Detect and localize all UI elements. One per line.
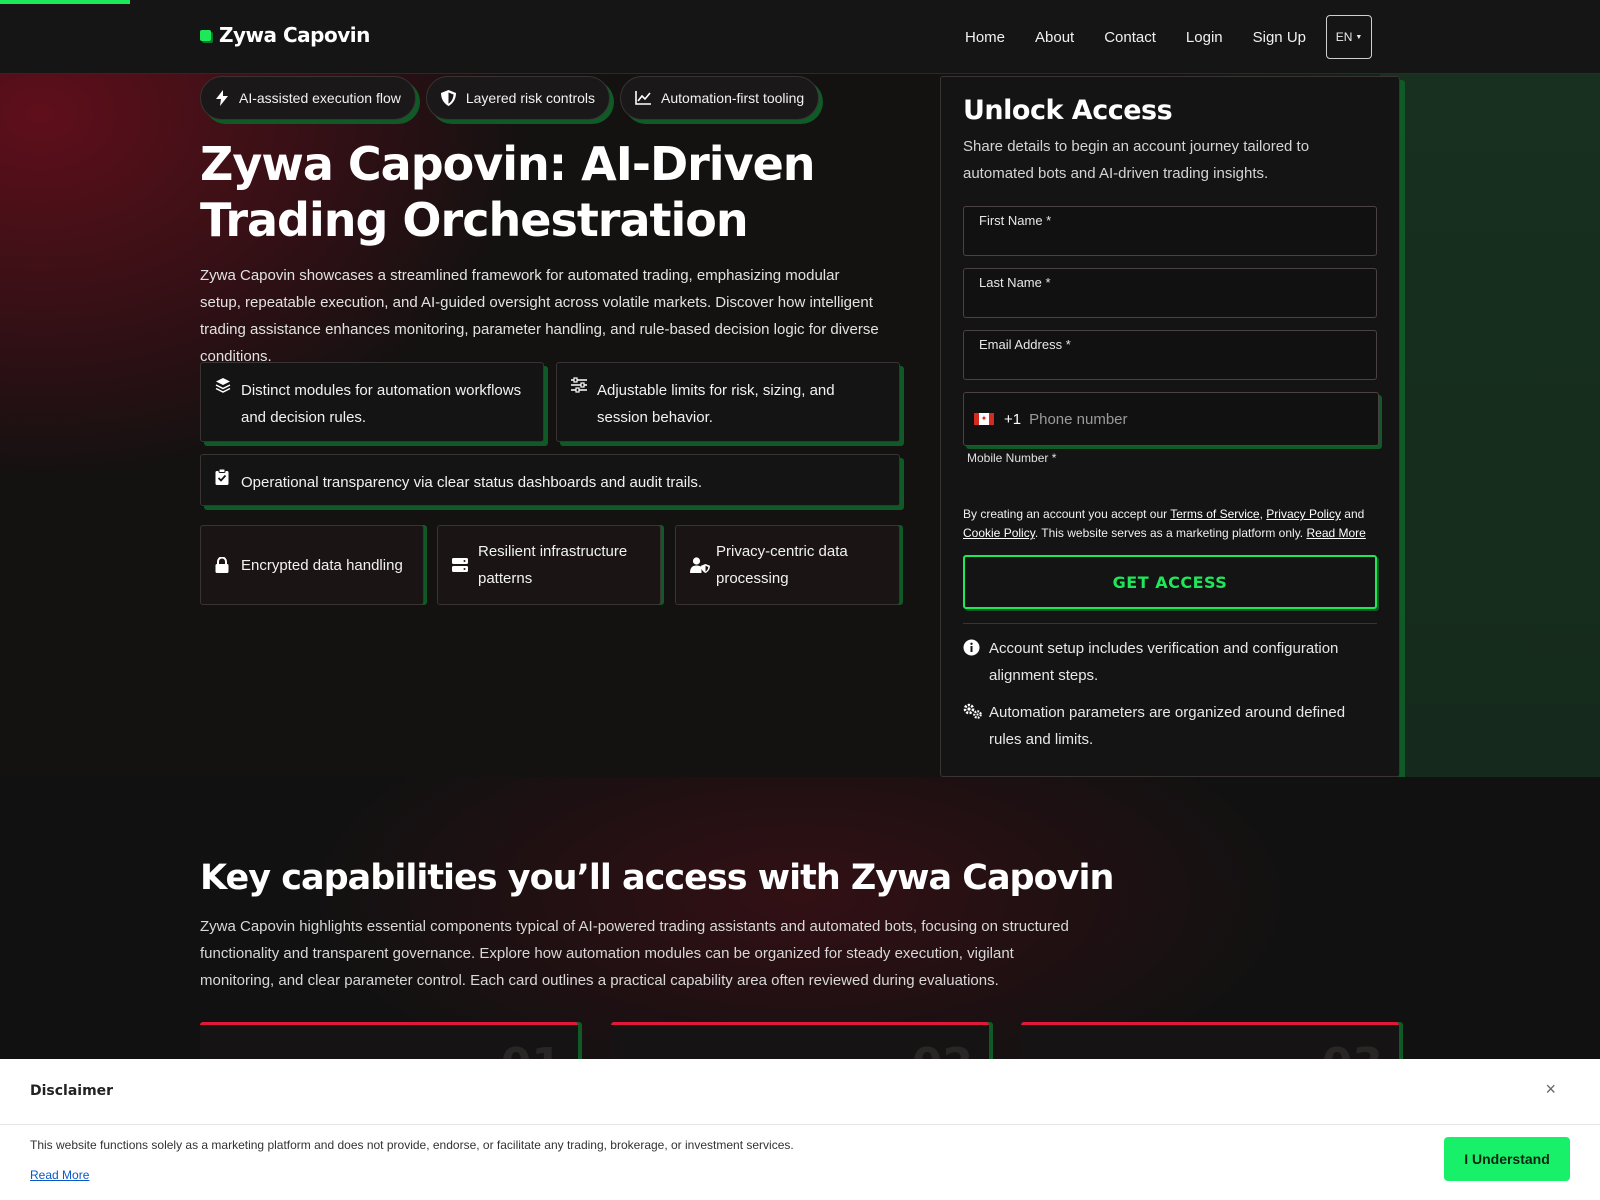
chart-line-icon (635, 91, 652, 105)
brand-mark-icon (200, 29, 211, 41)
tile-text: Resilient infrastructure patterns (478, 543, 628, 587)
tile-text: Encrypted data handling (241, 556, 403, 574)
legal-prefix: By creating an account you accept our (963, 507, 1171, 521)
pill-risk-controls: Layered risk controls (425, 76, 611, 120)
nav-about-link[interactable]: About (1035, 29, 1074, 46)
info-icon (963, 639, 980, 656)
brand-logo[interactable]: Zywa Capovin (200, 23, 370, 47)
hero-pills: AI-assisted execution flow Layered risk … (200, 76, 820, 120)
phone-label: Mobile Number * (967, 451, 1057, 465)
feature-card-transparency: Operational transparency via clear statu… (200, 454, 900, 506)
hero-description: Zywa Capovin showcases a streamlined fra… (200, 267, 879, 365)
disclaimer-header: Disclaimer × (0, 1059, 1600, 1125)
feature-card-limits: Adjustable limits for risk, sizing, and … (556, 362, 900, 442)
form-subtitle: Share details to begin an account journe… (963, 138, 1310, 182)
lock-icon (215, 557, 231, 573)
i-understand-button[interactable]: I Understand (1444, 1137, 1570, 1181)
capabilities-description: Zywa Capovin highlights essential compon… (200, 918, 1069, 989)
pill-label: Layered risk controls (465, 90, 596, 106)
bolt-icon (215, 90, 229, 106)
nav-signup-link[interactable]: Sign Up (1253, 29, 1306, 46)
server-icon (452, 557, 468, 573)
form-divider (963, 623, 1377, 624)
signup-form-card: Unlock Access Share details to begin an … (940, 76, 1400, 777)
sliders-icon (571, 377, 587, 393)
email-field[interactable]: Email Address * (963, 330, 1377, 380)
caret-down-icon: ▼ (1355, 33, 1363, 41)
cookie-policy-link[interactable]: Cookie Policy (963, 526, 1035, 540)
tile-infrastructure: Resilient infrastructure patterns (437, 525, 661, 605)
feature-text: Operational transparency via clear statu… (241, 474, 703, 491)
phone-input[interactable] (1029, 410, 1330, 428)
language-code: EN (1335, 30, 1353, 44)
tile-privacy: Privacy-centric data processing (675, 525, 900, 605)
layers-icon (215, 377, 231, 393)
shield-icon (440, 90, 456, 106)
dial-code[interactable]: +1 (1004, 411, 1021, 428)
nav-home-link[interactable]: Home (965, 29, 1005, 46)
canada-flag-icon[interactable]: ✦ (974, 413, 994, 425)
nav-contact-link[interactable]: Contact (1104, 29, 1156, 46)
hero-side-panel (1380, 74, 1600, 777)
pill-automation-tooling: Automation-first tooling (620, 76, 820, 120)
email-label: Email Address * (979, 337, 1071, 352)
disclaimer-title: Disclaimer (30, 1083, 114, 1099)
privacy-policy-link[interactable]: Privacy Policy (1266, 507, 1341, 521)
pill-label: AI-assisted execution flow (239, 90, 401, 106)
nav-login-link[interactable]: Login (1186, 29, 1223, 46)
disclaimer-banner: Disclaimer × This website functions sole… (0, 1059, 1600, 1200)
form-title: Unlock Access (963, 95, 1173, 126)
disclaimer-read-more-link[interactable]: Read More (30, 1168, 89, 1182)
form-note-verification: Account setup includes verification and … (963, 635, 1377, 689)
note-text: Automation parameters are organized arou… (989, 704, 1346, 748)
form-note-parameters: Automation parameters are organized arou… (963, 699, 1377, 753)
phone-field: ✦ +1 (963, 392, 1379, 446)
terms-link[interactable]: Terms of Service (1170, 507, 1259, 521)
user-shield-icon (690, 557, 710, 573)
last-name-field[interactable]: Last Name * (963, 268, 1377, 318)
clipboard-check-icon (215, 469, 231, 485)
first-name-field[interactable]: First Name * (963, 206, 1377, 256)
note-text: Account setup includes verification and … (989, 640, 1339, 684)
first-name-label: First Name * (979, 213, 1052, 228)
language-selector[interactable]: EN ▼ (1326, 15, 1372, 59)
feature-card-modules: Distinct modules for automation workflow… (200, 362, 544, 442)
close-icon[interactable]: × (1545, 1079, 1556, 1100)
get-access-button[interactable]: GET ACCESS (963, 555, 1377, 609)
legal-read-more-link[interactable]: Read More (1306, 526, 1365, 540)
hero-title: Zywa Capovin: AI-Driven Trading Orchestr… (200, 137, 816, 247)
brand-name: Zywa Capovin (219, 23, 370, 47)
legal-and: and (1340, 507, 1365, 521)
capabilities-title: Key capabilities you’ll access with Zywa… (200, 858, 1114, 898)
disclaimer-text: This website functions solely as a marke… (30, 1138, 794, 1152)
tile-text: Privacy-centric data processing (716, 543, 848, 587)
main-nav: Home About Contact Login Sign Up EN ▼ (935, 15, 1372, 59)
gears-icon (963, 703, 983, 720)
legal-suffix: . This website serves as a marketing pla… (1034, 526, 1307, 540)
top-navigation-bar: Zywa Capovin Home About Contact Login Si… (0, 0, 1600, 74)
pill-label: Automation-first tooling (661, 90, 805, 106)
last-name-label: Last Name * (979, 275, 1051, 290)
legal-text: By creating an account you accept our Te… (963, 505, 1383, 543)
tile-encryption: Encrypted data handling (200, 525, 424, 605)
feature-text: Distinct modules for automation workflow… (241, 382, 522, 426)
page-progress-bar (0, 0, 130, 4)
pill-ai-execution: AI-assisted execution flow (200, 76, 416, 120)
feature-text: Adjustable limits for risk, sizing, and … (597, 382, 835, 426)
